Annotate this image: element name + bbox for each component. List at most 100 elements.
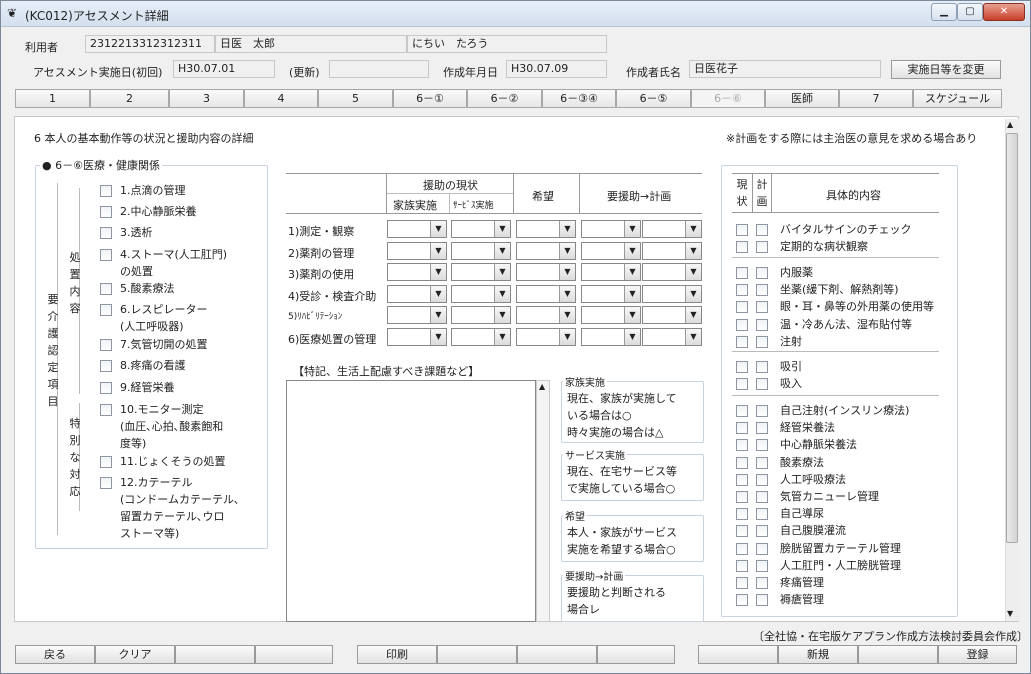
keikaku-checkbox-0-0[interactable]	[756, 224, 768, 236]
dropdown-arrow-icon[interactable]: ▼	[624, 221, 640, 237]
tab-2[interactable]: 2	[90, 89, 169, 108]
genjo-checkbox-3-1[interactable]	[736, 422, 748, 435]
clear-button[interactable]: クリア	[95, 645, 175, 664]
dropdown-arrow-icon[interactable]: ▼	[685, 242, 701, 259]
maximize-button[interactable]: ▢	[957, 3, 983, 21]
tab-1[interactable]: 1	[15, 89, 90, 108]
dropdown-arrow-icon[interactable]: ▼	[624, 264, 640, 280]
combo-service-0[interactable]: ▼	[451, 220, 511, 238]
combo-service-3[interactable]: ▼	[451, 284, 511, 303]
blank-button-6[interactable]	[698, 645, 778, 664]
genjo-checkbox-3-8[interactable]	[736, 542, 748, 555]
item-checkbox-0[interactable]	[100, 185, 112, 197]
dropdown-arrow-icon[interactable]: ▼	[494, 285, 510, 302]
keikaku-checkbox-3-9[interactable]	[756, 559, 768, 572]
combo-plan-a-2[interactable]: ▼	[581, 263, 641, 281]
keikaku-checkbox-3-6[interactable]	[756, 508, 768, 521]
keikaku-checkbox-0-1[interactable]	[756, 241, 768, 254]
item-checkbox-14[interactable]	[100, 456, 112, 468]
dropdown-arrow-icon[interactable]: ▼	[559, 242, 575, 259]
keikaku-checkbox-3-8[interactable]	[756, 542, 768, 555]
memo-scrollbar[interactable]	[536, 380, 550, 622]
tab-6[interactable]: 6－①	[393, 89, 467, 108]
dropdown-arrow-icon[interactable]: ▼	[685, 264, 701, 280]
genjo-checkbox-3-2[interactable]	[736, 439, 748, 452]
combo-plan-a-4[interactable]: ▼	[581, 306, 641, 324]
update-date-field[interactable]	[329, 60, 429, 78]
genjo-checkbox-3-7[interactable]	[736, 525, 748, 538]
tab-11[interactable]: 医師	[765, 89, 839, 108]
dropdown-arrow-icon[interactable]: ▼	[430, 328, 446, 345]
item-checkbox-9[interactable]	[100, 360, 112, 372]
keikaku-checkbox-3-11[interactable]	[756, 594, 768, 607]
combo-plan-a-0[interactable]: ▼	[581, 220, 641, 238]
back-button[interactable]: 戻る	[15, 645, 95, 664]
dropdown-arrow-icon[interactable]: ▼	[685, 221, 701, 237]
combo-plan-b-4[interactable]: ▼	[642, 306, 702, 324]
first-date-field[interactable]: H30.07.01	[173, 60, 275, 78]
genjo-checkbox-1-0[interactable]	[736, 267, 748, 279]
blank-button-5[interactable]	[597, 645, 675, 664]
dropdown-arrow-icon[interactable]: ▼	[559, 264, 575, 280]
genjo-checkbox-1-4[interactable]	[736, 335, 748, 348]
combo-hope-2[interactable]: ▼	[516, 263, 576, 281]
combo-family-5[interactable]: ▼	[387, 327, 447, 346]
combo-plan-a-5[interactable]: ▼	[581, 327, 641, 346]
combo-service-1[interactable]: ▼	[451, 241, 511, 260]
item-checkbox-8[interactable]	[100, 339, 112, 351]
tab-5[interactable]: 5	[318, 89, 393, 108]
combo-plan-b-5[interactable]: ▼	[642, 327, 702, 346]
print-button[interactable]: 印刷	[357, 645, 437, 664]
dropdown-arrow-icon[interactable]: ▼	[559, 307, 575, 323]
item-checkbox-2[interactable]	[100, 227, 112, 239]
tab-4[interactable]: 4	[244, 89, 318, 108]
tab-3[interactable]: 3	[169, 89, 244, 108]
keikaku-checkbox-3-5[interactable]	[756, 491, 768, 503]
keikaku-checkbox-3-10[interactable]	[756, 577, 768, 589]
dropdown-arrow-icon[interactable]: ▼	[559, 221, 575, 237]
item-checkbox-6[interactable]	[100, 304, 112, 316]
combo-plan-a-3[interactable]: ▼	[581, 284, 641, 303]
item-checkbox-5[interactable]	[100, 283, 112, 295]
dropdown-arrow-icon[interactable]: ▼	[624, 242, 640, 259]
item-checkbox-1[interactable]	[100, 206, 112, 218]
memo-scroll-up-icon[interactable]: ▲	[539, 382, 545, 391]
genjo-checkbox-3-11[interactable]	[736, 594, 748, 607]
blank-button-7[interactable]	[858, 645, 938, 664]
dropdown-arrow-icon[interactable]: ▼	[624, 285, 640, 302]
author-field[interactable]: 日医花子	[689, 60, 881, 78]
keikaku-checkbox-1-3[interactable]	[756, 318, 768, 331]
item-checkbox-10[interactable]	[100, 382, 112, 394]
combo-hope-3[interactable]: ▼	[516, 284, 576, 303]
keikaku-checkbox-1-4[interactable]	[756, 335, 768, 348]
tab-7[interactable]: 6－②	[467, 89, 542, 108]
combo-family-0[interactable]: ▼	[387, 220, 447, 238]
scroll-up-icon[interactable]: ▲	[1007, 120, 1013, 129]
created-date-field[interactable]: H30.07.09	[506, 60, 607, 78]
genjo-checkbox-3-3[interactable]	[736, 456, 748, 469]
genjo-checkbox-3-5[interactable]	[736, 491, 748, 503]
tab-13[interactable]: スケジュール	[913, 89, 1002, 108]
combo-hope-4[interactable]: ▼	[516, 306, 576, 324]
tab-8[interactable]: 6－③④	[542, 89, 616, 108]
dropdown-arrow-icon[interactable]: ▼	[494, 328, 510, 345]
keikaku-checkbox-1-1[interactable]	[756, 284, 768, 297]
genjo-checkbox-3-4[interactable]	[736, 473, 748, 486]
genjo-checkbox-1-3[interactable]	[736, 318, 748, 331]
combo-hope-1[interactable]: ▼	[516, 241, 576, 260]
genjo-checkbox-1-1[interactable]	[736, 284, 748, 297]
combo-family-2[interactable]: ▼	[387, 263, 447, 281]
dropdown-arrow-icon[interactable]: ▼	[430, 264, 446, 280]
combo-plan-b-1[interactable]: ▼	[642, 241, 702, 260]
keikaku-checkbox-2-1[interactable]	[756, 378, 768, 391]
combo-family-3[interactable]: ▼	[387, 284, 447, 303]
scrollbar-thumb[interactable]	[1006, 133, 1018, 543]
dropdown-arrow-icon[interactable]: ▼	[559, 328, 575, 345]
combo-family-4[interactable]: ▼	[387, 306, 447, 324]
dropdown-arrow-icon[interactable]: ▼	[494, 307, 510, 323]
combo-service-2[interactable]: ▼	[451, 263, 511, 281]
dropdown-arrow-icon[interactable]: ▼	[685, 328, 701, 345]
combo-hope-5[interactable]: ▼	[516, 327, 576, 346]
minimize-button[interactable]: ▁	[931, 3, 957, 21]
keikaku-checkbox-1-2[interactable]	[756, 301, 768, 314]
